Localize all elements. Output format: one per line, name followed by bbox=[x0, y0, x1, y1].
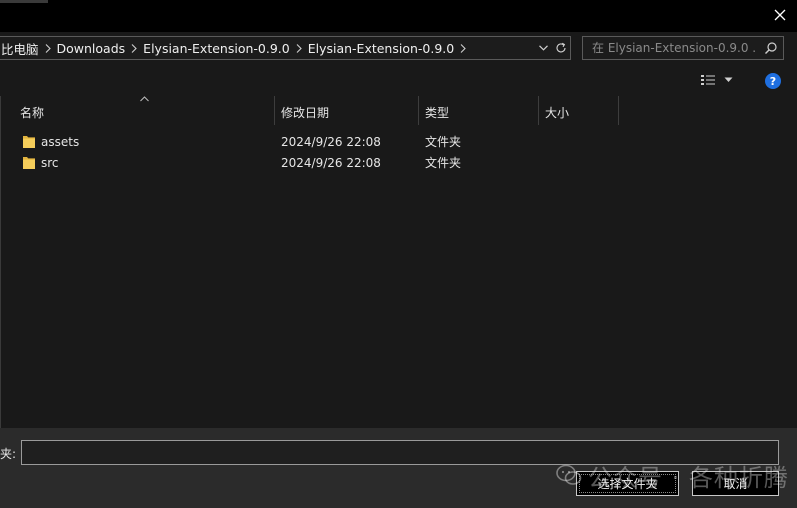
column-header-modified[interactable]: 修改日期 bbox=[281, 98, 329, 126]
refresh-icon bbox=[556, 42, 566, 53]
help-button[interactable]: ? bbox=[765, 73, 781, 89]
file-name: src bbox=[41, 155, 59, 170]
view-details-icon bbox=[701, 75, 715, 85]
file-modified: 2024/9/26 22:08 bbox=[281, 155, 381, 170]
breadcrumb: 比电脑 Downloads Elysian-Extension-0.9.0 El… bbox=[0, 37, 470, 59]
address-row: 比电脑 Downloads Elysian-Extension-0.9.0 El… bbox=[0, 33, 797, 63]
folder-name-input[interactable] bbox=[21, 440, 779, 465]
title-bar bbox=[0, 0, 797, 32]
file-name-cell: assets bbox=[22, 131, 79, 152]
breadcrumb-separator-icon[interactable] bbox=[41, 43, 55, 53]
search-icon[interactable] bbox=[764, 41, 778, 55]
select-folder-button[interactable]: 选择文件夹 bbox=[576, 471, 679, 496]
column-header-size[interactable]: 大小 bbox=[545, 98, 569, 126]
breadcrumb-separator-icon[interactable] bbox=[127, 43, 141, 53]
file-list: 名称 修改日期 类型 大小 assets 2024/9/26 22:08 文件夹 bbox=[0, 96, 797, 428]
column-divider[interactable] bbox=[418, 96, 419, 125]
file-row-assets[interactable]: assets 2024/9/26 22:08 文件夹 bbox=[0, 131, 797, 152]
address-history-dropdown[interactable] bbox=[534, 37, 552, 59]
close-icon bbox=[774, 9, 786, 21]
chevron-down-icon bbox=[724, 77, 733, 82]
breadcrumb-elysian-current[interactable]: Elysian-Extension-0.9.0 bbox=[306, 41, 457, 56]
file-type: 文件夹 bbox=[425, 135, 462, 149]
cancel-button[interactable]: 取消 bbox=[692, 471, 779, 496]
file-row-src[interactable]: src 2024/9/26 22:08 文件夹 bbox=[0, 152, 797, 173]
column-divider[interactable] bbox=[618, 96, 619, 125]
change-view-button[interactable] bbox=[700, 72, 740, 88]
file-name: assets bbox=[41, 134, 80, 149]
sort-ascending-icon bbox=[140, 96, 149, 102]
folder-icon bbox=[23, 157, 35, 169]
address-bar[interactable]: 比电脑 Downloads Elysian-Extension-0.9.0 El… bbox=[0, 36, 571, 60]
column-divider[interactable] bbox=[274, 96, 275, 125]
breadcrumb-separator-icon[interactable] bbox=[292, 43, 306, 53]
chevron-down-icon bbox=[538, 45, 548, 51]
search-box bbox=[582, 36, 784, 60]
file-modified: 2024/9/26 22:08 bbox=[281, 134, 381, 149]
column-divider[interactable] bbox=[538, 96, 539, 125]
folder-field-label: 夹: bbox=[0, 447, 17, 461]
bottom-panel: 夹: 选择文件夹 取消 bbox=[0, 428, 797, 508]
folder-icon bbox=[23, 136, 35, 148]
file-dialog-window: 比电脑 Downloads Elysian-Extension-0.9.0 El… bbox=[0, 0, 797, 508]
toolbar: ? bbox=[0, 64, 797, 96]
search-input[interactable] bbox=[583, 37, 755, 59]
breadcrumb-separator-icon[interactable] bbox=[456, 43, 470, 53]
breadcrumb-elysian-parent[interactable]: Elysian-Extension-0.9.0 bbox=[141, 41, 292, 56]
title-fragment bbox=[0, 0, 48, 3]
file-name-cell: src bbox=[22, 152, 59, 173]
refresh-button[interactable] bbox=[552, 37, 570, 59]
breadcrumb-downloads[interactable]: Downloads bbox=[55, 41, 128, 56]
file-type: 文件夹 bbox=[425, 156, 462, 170]
breadcrumb-this-pc[interactable]: 比电脑 bbox=[0, 39, 41, 58]
close-button[interactable] bbox=[763, 0, 797, 30]
column-header-name[interactable]: 名称 bbox=[20, 98, 44, 126]
column-header-type[interactable]: 类型 bbox=[425, 98, 449, 126]
